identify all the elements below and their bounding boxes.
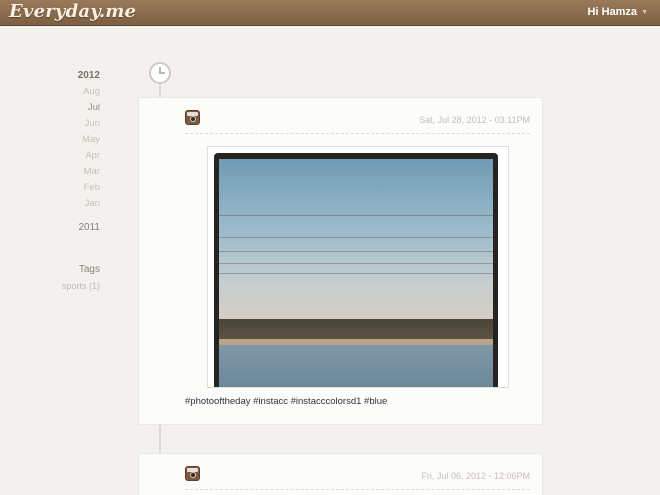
post-card: Fri, Jul 06, 2012 - 12:06PM [138, 453, 543, 495]
instagram-icon[interactable] [185, 466, 200, 481]
tag-sports[interactable]: sports (1) [0, 278, 104, 294]
post-card: Sat, Jul 28, 2012 - 03:11PM #photoofthed… [138, 97, 543, 425]
month-jun[interactable]: Jun [0, 116, 104, 132]
year-2011[interactable]: 2011 [0, 220, 104, 236]
year-2012[interactable]: 2012 [0, 68, 104, 84]
app-logo[interactable]: Everyday.me [9, 1, 136, 22]
post-date[interactable]: Fri, Jul 06, 2012 - 12:06PM [421, 471, 530, 481]
user-menu[interactable]: Hi Hamza ▼ [588, 6, 648, 18]
month-may[interactable]: May [0, 132, 104, 148]
post-header: Sat, Jul 28, 2012 - 03:11PM [185, 98, 530, 134]
month-mar[interactable]: Mar [0, 164, 104, 180]
tags-heading: Tags [78, 264, 100, 275]
post-photo[interactable] [207, 146, 509, 388]
month-jul[interactable]: Jul [0, 100, 104, 116]
user-greeting: Hi Hamza [587, 6, 638, 18]
caret-down-icon: ▼ [641, 8, 648, 16]
photo-image [214, 153, 498, 387]
post-caption: #photooftheday #instacc #instacccolorsd1… [185, 396, 388, 407]
month-jan[interactable]: Jan [0, 196, 104, 212]
month-aug[interactable]: Aug [0, 84, 104, 100]
month-feb[interactable]: Feb [0, 180, 104, 196]
top-bar: Everyday.me Hi Hamza ▼ [0, 0, 660, 26]
instagram-icon[interactable] [185, 110, 200, 125]
clock-icon [149, 62, 171, 84]
archive-sidebar: 2012 Aug Jul Jun May Apr Mar Feb Jan 201… [0, 68, 104, 294]
post-date[interactable]: Sat, Jul 28, 2012 - 03:11PM [419, 115, 530, 125]
post-header: Fri, Jul 06, 2012 - 12:06PM [185, 454, 530, 490]
month-apr[interactable]: Apr [0, 148, 104, 164]
